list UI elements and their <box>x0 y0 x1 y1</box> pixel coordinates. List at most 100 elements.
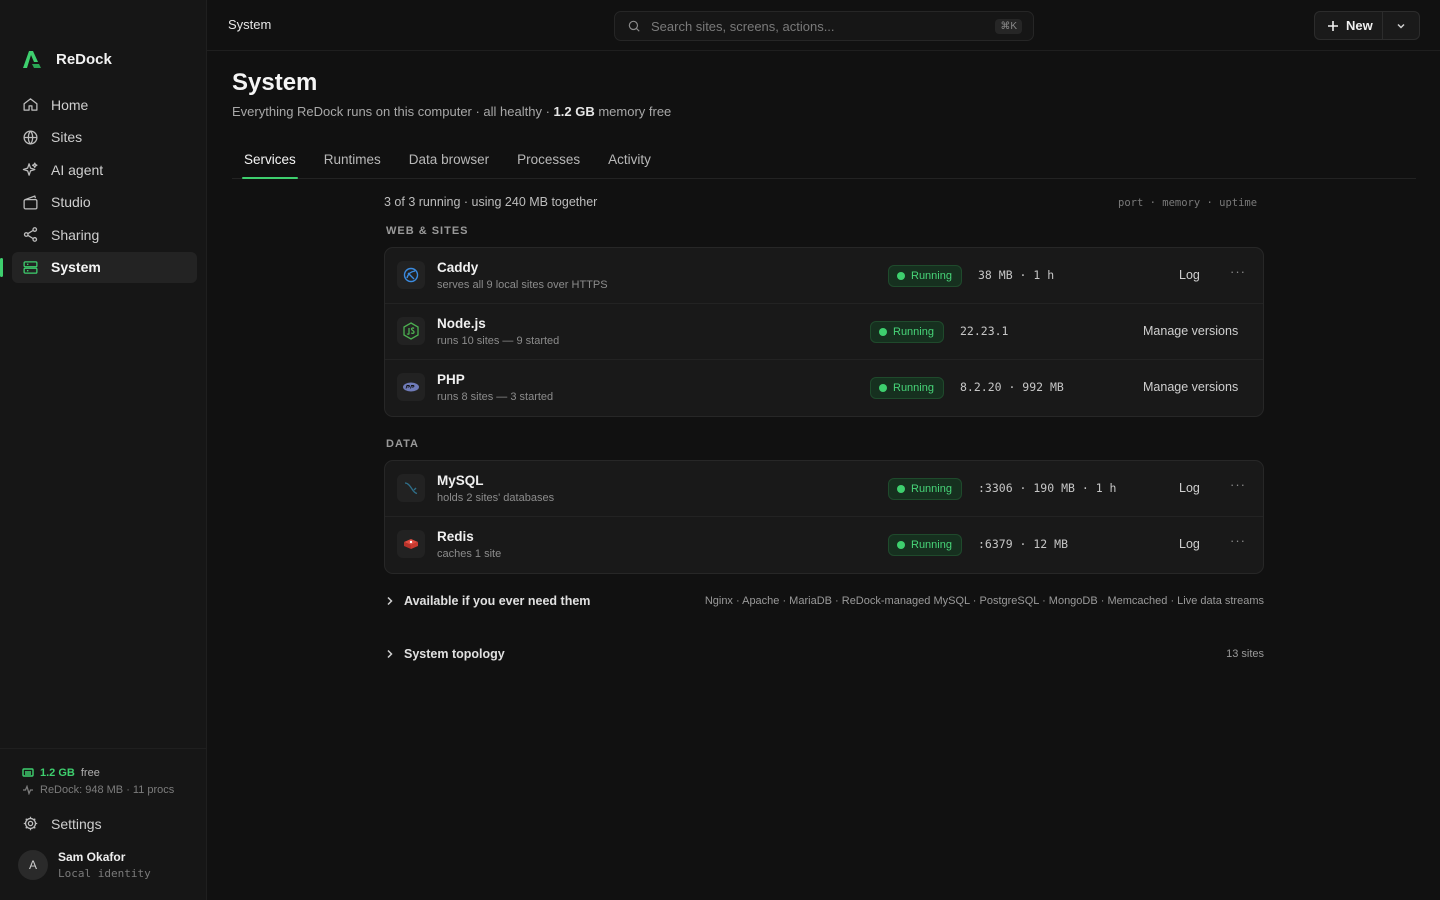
sidebar: ReDock Home Sites AI agent Studio Sharin… <box>0 0 207 900</box>
status-text: Running <box>893 326 934 338</box>
new-split-button: New <box>1314 11 1420 40</box>
redis-icon <box>397 530 425 558</box>
gear-icon <box>23 816 38 831</box>
topology-label: System topology <box>404 647 505 661</box>
sidebar-item-label: Sharing <box>51 226 100 243</box>
memory-free-value: 1.2 GB <box>40 767 75 779</box>
memory-icon <box>22 768 34 777</box>
sidebar-footer: 1.2 GB free ReDock: 948 MB · 11 procs Se… <box>0 748 206 900</box>
sidebar-item-ai-agent[interactable]: AI agent <box>12 154 197 185</box>
home-icon <box>22 96 39 113</box>
settings-link[interactable]: Settings <box>22 815 102 832</box>
new-dropdown-button[interactable] <box>1383 12 1419 39</box>
sidebar-item-sharing[interactable]: Sharing <box>12 219 197 250</box>
tab-processes[interactable]: Processes <box>505 146 592 178</box>
topology-count: 13 sites <box>1226 648 1264 660</box>
service-metrics: :6379 · 12 MB <box>978 537 1069 551</box>
service-row-nodejs[interactable]: Node.js runs 10 sites — 9 started Runnin… <box>385 304 1263 360</box>
chevron-right-icon <box>387 649 393 659</box>
topology-toggle[interactable]: System topology <box>386 647 505 661</box>
service-desc: serves all 9 local sites over HTTPS <box>437 279 608 291</box>
page-subtitle: Everything ReDock runs on this computer … <box>232 104 671 119</box>
sidebar-item-system[interactable]: System <box>0 251 197 283</box>
status-badge: Running <box>870 321 944 343</box>
section-label-data: DATA <box>386 438 419 450</box>
new-button-label: New <box>1346 18 1373 33</box>
plus-icon <box>1328 20 1338 31</box>
status-badge: Running <box>888 265 962 287</box>
activity-icon <box>23 785 33 795</box>
available-label: Available if you ever need them <box>404 594 591 608</box>
service-name: Caddy <box>437 260 479 275</box>
sidebar-nav: Home Sites AI agent Studio Sharing Syste… <box>0 89 197 284</box>
server-icon <box>22 259 39 276</box>
app-name: ReDock <box>56 50 112 68</box>
manage-versions-button[interactable]: Manage versions <box>1143 324 1238 338</box>
sidebar-item-label: Sites <box>51 129 83 145</box>
sidebar-item-label: Home <box>51 96 89 113</box>
search-box[interactable]: ⌘K <box>614 11 1034 41</box>
topbar: System ⌘K New <box>207 0 1440 51</box>
services-card-web: Caddy serves all 9 local sites over HTTP… <box>384 247 1264 417</box>
service-desc: runs 8 sites — 3 started <box>437 391 554 403</box>
sidebar-item-home[interactable]: Home <box>12 89 197 120</box>
available-services-toggle[interactable]: Available if you ever need them <box>386 594 590 608</box>
redock-logo-icon <box>23 51 41 68</box>
tab-runtimes[interactable]: Runtimes <box>312 146 393 178</box>
log-button[interactable]: Log <box>1179 481 1200 495</box>
status-text: Running <box>893 382 934 394</box>
chevron-down-icon <box>1397 23 1405 29</box>
memory-status: 1.2 GB free <box>22 767 100 779</box>
brand[interactable]: ReDock <box>18 46 112 72</box>
status-dot-icon <box>879 384 887 392</box>
service-metrics: 38 MB · 1 h <box>978 268 1055 282</box>
manage-versions-button[interactable]: Manage versions <box>1143 380 1238 394</box>
more-options-button[interactable]: ··· <box>1230 477 1246 492</box>
status-dot-icon <box>897 272 905 280</box>
service-metrics: 8.2.20 · 992 MB <box>960 380 1064 394</box>
php-icon <box>397 373 425 401</box>
tab-data-browser[interactable]: Data browser <box>397 146 501 178</box>
log-button[interactable]: Log <box>1179 268 1200 282</box>
service-desc: caches 1 site <box>437 548 502 560</box>
service-name: Redis <box>437 529 474 544</box>
log-button[interactable]: Log <box>1179 537 1200 551</box>
service-name: MySQL <box>437 473 484 488</box>
new-button[interactable]: New <box>1315 12 1383 39</box>
metrics-legend: port · memory · uptime <box>1118 197 1258 209</box>
globe-icon <box>22 129 39 146</box>
sidebar-item-sites[interactable]: Sites <box>12 122 197 153</box>
service-row-redis[interactable]: Redis caches 1 site Running :6379 · 12 M… <box>385 517 1263 573</box>
sparkle-icon <box>22 161 39 178</box>
user-name: Sam Okafor <box>58 850 126 864</box>
status-text: Running <box>911 483 952 495</box>
service-row-mysql[interactable]: MySQL holds 2 sites' databases Running :… <box>385 461 1263 517</box>
service-row-php[interactable]: PHP runs 8 sites — 3 started Running 8.2… <box>385 360 1263 416</box>
chevron-right-icon <box>387 596 393 606</box>
tab-activity[interactable]: Activity <box>596 146 663 178</box>
status-text: Running <box>911 270 952 282</box>
more-options-button[interactable]: ··· <box>1230 533 1246 548</box>
sidebar-item-label: System <box>51 259 101 275</box>
status-badge: Running <box>888 478 962 500</box>
service-metrics: :3306 · 190 MB · 1 h <box>978 481 1117 495</box>
user-profile[interactable]: A Sam Okafor Local identity <box>18 850 151 880</box>
process-status: ReDock: 948 MB · 11 procs <box>22 784 174 796</box>
service-row-caddy[interactable]: Caddy serves all 9 local sites over HTTP… <box>385 248 1263 304</box>
more-options-button[interactable]: ··· <box>1230 264 1246 279</box>
tab-services[interactable]: Services <box>232 146 308 179</box>
breadcrumb[interactable]: System <box>228 17 271 32</box>
user-identity: Local identity <box>58 867 151 880</box>
search-input[interactable] <box>651 18 996 34</box>
studio-icon <box>22 194 39 211</box>
available-services-list: Nginx · Apache · MariaDB · ReDock-manage… <box>704 595 1264 607</box>
status-dot-icon <box>879 328 887 336</box>
mysql-icon <box>397 474 425 502</box>
shortcut-hint: ⌘K <box>995 18 1022 34</box>
avatar: A <box>18 850 48 880</box>
sidebar-item-studio[interactable]: Studio <box>12 187 197 218</box>
page-title: System <box>232 69 318 96</box>
nodejs-icon <box>397 317 425 345</box>
service-desc: holds 2 sites' databases <box>437 492 555 504</box>
status-text: Running <box>911 539 952 551</box>
